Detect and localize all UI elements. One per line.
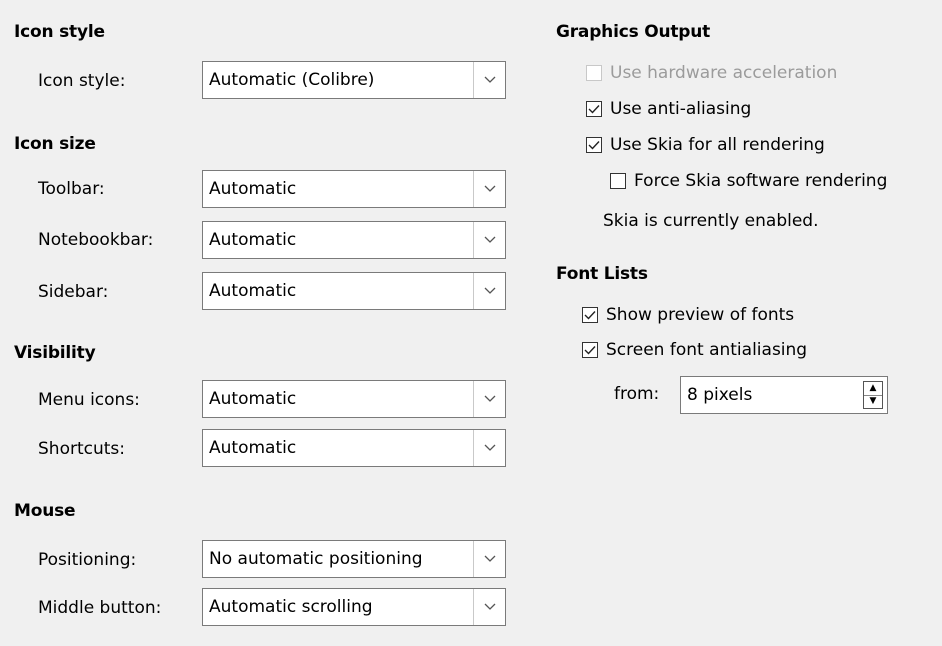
force-skia-software-checkbox[interactable]: Force Skia software rendering	[610, 171, 887, 191]
middle-button-value: Automatic scrolling	[209, 597, 373, 617]
chevron-down-icon[interactable]	[473, 381, 505, 417]
anti-aliasing-checkbox[interactable]: Use anti-aliasing	[586, 99, 751, 119]
notebookbar-size-dropdown[interactable]: Automatic	[202, 221, 506, 259]
menu-icons-value: Automatic	[209, 389, 297, 409]
skia-label: Use Skia for all rendering	[610, 135, 825, 155]
shortcuts-value: Automatic	[209, 438, 297, 458]
graphics-output-heading: Graphics Output	[556, 22, 711, 42]
font-lists-heading: Font Lists	[556, 264, 648, 284]
checkbox-box[interactable]	[610, 173, 626, 189]
checkmark-icon[interactable]	[586, 101, 602, 117]
icon-style-label: Icon style:	[38, 71, 126, 91]
menu-icons-label: Menu icons:	[38, 390, 140, 410]
skia-status-text: Skia is currently enabled.	[603, 211, 819, 231]
sidebar-size-dropdown[interactable]: Automatic	[202, 272, 506, 310]
from-label: from:	[614, 384, 660, 404]
icon-size-heading: Icon size	[14, 134, 96, 154]
checkmark-icon[interactable]	[582, 342, 598, 358]
chevron-down-icon[interactable]	[473, 62, 505, 98]
toolbar-size-dropdown[interactable]: Automatic	[202, 170, 506, 208]
mouse-heading: Mouse	[14, 501, 76, 521]
sidebar-label: Sidebar:	[38, 282, 109, 302]
positioning-label: Positioning:	[38, 550, 137, 570]
chevron-down-icon[interactable]	[473, 430, 505, 466]
toolbar-size-value: Automatic	[209, 179, 297, 199]
screen-antialiasing-checkbox[interactable]: Screen font antialiasing	[582, 340, 807, 360]
checkbox-box[interactable]	[586, 65, 602, 81]
shortcuts-dropdown[interactable]: Automatic	[202, 429, 506, 467]
hardware-acceleration-label: Use hardware acceleration	[610, 63, 838, 83]
icon-style-value: Automatic (Colibre)	[209, 70, 375, 90]
hardware-acceleration-checkbox[interactable]: Use hardware acceleration	[586, 63, 837, 83]
anti-aliasing-label: Use anti-aliasing	[610, 99, 752, 119]
shortcuts-label: Shortcuts:	[38, 439, 125, 459]
chevron-down-icon[interactable]	[473, 171, 505, 207]
show-preview-label: Show preview of fonts	[606, 305, 795, 325]
icon-style-dropdown[interactable]: Automatic (Colibre)	[202, 61, 506, 99]
chevron-down-icon[interactable]	[473, 541, 505, 577]
positioning-value: No automatic positioning	[209, 549, 423, 569]
menu-icons-dropdown[interactable]: Automatic	[202, 380, 506, 418]
spin-up-icon[interactable]: ▲	[864, 382, 882, 395]
force-skia-software-label: Force Skia software rendering	[634, 171, 888, 191]
notebookbar-size-value: Automatic	[209, 230, 297, 250]
spin-down-icon[interactable]: ▼	[864, 394, 882, 409]
middle-button-label: Middle button:	[38, 598, 162, 618]
notebookbar-label: Notebookbar:	[38, 230, 154, 250]
chevron-down-icon[interactable]	[473, 589, 505, 625]
sidebar-size-value: Automatic	[209, 281, 297, 301]
checkmark-icon[interactable]	[582, 307, 598, 323]
spin-buttons[interactable]: ▲ ▼	[863, 381, 883, 409]
visibility-heading: Visibility	[14, 343, 96, 363]
toolbar-label: Toolbar:	[38, 179, 105, 199]
screen-antialiasing-label: Screen font antialiasing	[606, 340, 808, 360]
checkmark-icon[interactable]	[586, 137, 602, 153]
icon-style-heading: Icon style	[14, 22, 105, 42]
antialiasing-pixels-spinbox[interactable]: 8 pixels ▲ ▼	[680, 376, 888, 414]
chevron-down-icon[interactable]	[473, 222, 505, 258]
positioning-dropdown[interactable]: No automatic positioning	[202, 540, 506, 578]
skia-checkbox[interactable]: Use Skia for all rendering	[586, 135, 825, 155]
chevron-down-icon[interactable]	[473, 273, 505, 309]
show-preview-checkbox[interactable]: Show preview of fonts	[582, 305, 794, 325]
middle-button-dropdown[interactable]: Automatic scrolling	[202, 588, 506, 626]
antialiasing-pixels-value: 8 pixels	[687, 385, 753, 405]
